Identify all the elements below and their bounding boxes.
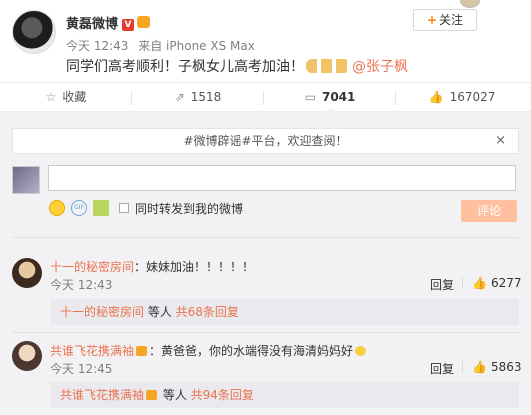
follow-label: 关注 — [439, 13, 464, 27]
notice-text[interactable]: #微博辟谣#平台，欢迎查阅！ — [183, 134, 347, 148]
sub-reply-count: 共68条回复 — [175, 305, 239, 319]
sub-reply-mid: 等人 — [159, 388, 191, 402]
sub-reply-count: 共94条回复 — [190, 388, 254, 402]
thumbs-up-icon: 👍 — [428, 90, 444, 104]
mention-link[interactable]: @张子枫 — [352, 59, 408, 75]
post-text: 同学们高考顺利！子枫女儿高考加油！ @张子枫 — [66, 56, 408, 76]
favorite-button[interactable]: ☆ 收藏 — [0, 83, 132, 113]
post-meta: 今天 12:43 来自 iPhone XS Max — [66, 37, 255, 54]
sub-replies-link[interactable]: 十一的秘密房间 等人 共68条回复 — [50, 299, 519, 325]
commenter-avatar[interactable] — [12, 341, 42, 371]
commenter-name[interactable]: 十一的秘密房间 — [50, 260, 134, 274]
submit-comment-button[interactable]: 评论 — [461, 200, 517, 222]
my-avatar — [12, 166, 40, 194]
emoji-face-icon — [355, 346, 367, 356]
like-button[interactable]: 👍 167027 — [396, 83, 528, 113]
emoji-icon[interactable] — [49, 200, 65, 216]
comment-like-button[interactable]: 👍 5863 — [472, 360, 522, 374]
repost-checkbox[interactable] — [119, 203, 129, 213]
divider — [462, 361, 463, 373]
thumbs-up-icon: 👍 — [472, 360, 487, 374]
plus-icon: + — [426, 13, 438, 27]
action-bar: ☆ 收藏 ⇗ 1518 ▭ 7041 👍 167027 — [0, 82, 531, 114]
commenter-name[interactable]: 共谁飞花携满袖 — [50, 344, 134, 358]
sub-reply-user: 共谁飞花携满袖 — [60, 388, 145, 402]
author-name[interactable]: 黄磊微博 — [66, 17, 118, 32]
repost-count: 1518 — [190, 90, 222, 104]
gif-icon[interactable]: GIF — [71, 200, 87, 216]
like-count: 167027 — [449, 90, 496, 104]
author-name-row: 黄磊微博 V — [66, 13, 151, 32]
post-time[interactable]: 今天 12:43 — [66, 39, 128, 53]
repost-checkbox-label: 同时转发到我的微博 — [135, 201, 244, 216]
divider — [12, 332, 519, 333]
comment-icon: ▭ — [304, 90, 316, 104]
post-card: 黄磊微博 V + 关注 今天 12:43 来自 iPhone XS Max 同学们高… — [0, 0, 531, 82]
repost-button[interactable]: ⇗ 1518 — [132, 83, 264, 113]
comment-like-count: 6277 — [490, 276, 522, 290]
image-icon[interactable] — [93, 200, 109, 216]
favorite-label: 收藏 — [62, 90, 87, 104]
comment-panel: #微博辟谣#平台，欢迎查阅！ × GIF 同时转发到我的微博 评论 十一的秘密房… — [0, 112, 531, 415]
sub-reply-mid: 等人 — [144, 305, 176, 319]
notice-banner: #微博辟谣#平台，欢迎查阅！ × — [12, 128, 519, 154]
author-avatar[interactable] — [12, 10, 56, 54]
comment-like-button[interactable]: 👍 6277 — [472, 276, 522, 290]
divider — [12, 237, 519, 238]
star-icon: ☆ — [45, 90, 57, 104]
comment-body: ：黄爸爸，你的水端得没有海清妈妈好 — [149, 344, 354, 358]
comment-like-count: 5863 — [490, 360, 522, 374]
thumbs-up-icon: 👍 — [472, 276, 487, 290]
verified-badge-icon: V — [122, 19, 135, 31]
sub-replies-link[interactable]: 共谁飞花携满袖 等人 共94条回复 — [50, 382, 519, 408]
reply-button[interactable]: 回复 — [430, 276, 454, 293]
member-crown-icon — [146, 390, 158, 400]
close-icon[interactable]: × — [495, 129, 506, 153]
mini-avatar — [460, 0, 480, 8]
follow-button[interactable]: + 关注 — [413, 9, 477, 31]
comment-text: 十一的秘密房间：妹妹加油！！！！！ — [50, 258, 254, 275]
repost-icon: ⇗ — [174, 90, 185, 104]
comment-time: 今天 12:43 — [50, 278, 113, 292]
post-body: 同学们高考顺利！子枫女儿高考加油！ — [66, 59, 304, 75]
reply-button[interactable]: 回复 — [430, 360, 454, 377]
comment-text: 共谁飞花携满袖 ：黄爸爸，你的水端得没有海清妈妈好 — [50, 342, 368, 359]
sub-reply-user: 十一的秘密房间 — [60, 305, 145, 319]
comment-input[interactable] — [48, 165, 516, 191]
clapping-emoji-icon — [306, 59, 350, 73]
comment-body: ：妹妹加油！！！！！ — [134, 260, 255, 274]
composer-tools: GIF 同时转发到我的微博 — [49, 199, 243, 217]
member-crown-icon — [136, 346, 148, 356]
post-source: 来自 iPhone XS Max — [138, 39, 255, 53]
divider — [462, 277, 463, 289]
member-crown-icon — [137, 16, 151, 28]
comment-time: 今天 12:45 — [50, 362, 113, 376]
comment-button[interactable]: ▭ 7041 — [264, 83, 396, 114]
comment-count: 7041 — [321, 90, 356, 104]
commenter-avatar[interactable] — [12, 258, 42, 288]
